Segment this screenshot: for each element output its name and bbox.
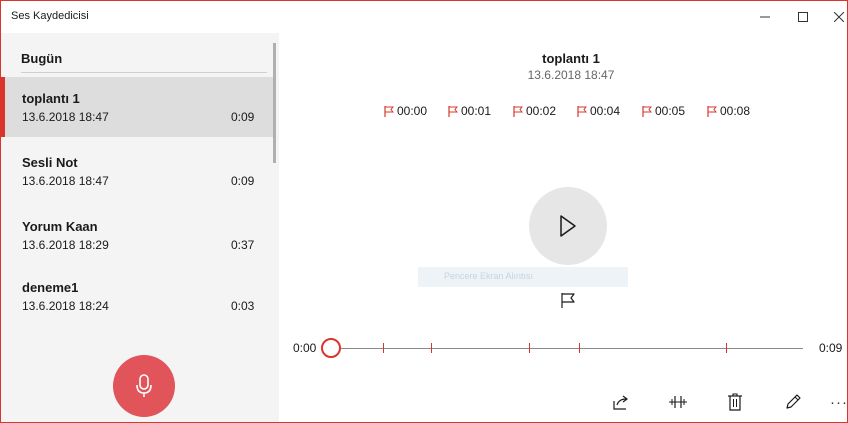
flag-icon [707, 105, 717, 117]
recording-duration: 0:09 [231, 110, 255, 124]
delete-icon [728, 393, 742, 411]
record-button[interactable] [113, 355, 175, 417]
close-button[interactable] [821, 1, 848, 33]
share-icon [613, 395, 628, 410]
recording-duration: 0:09 [231, 174, 255, 188]
marker-time: 00:00 [397, 104, 428, 118]
recording-timestamp: 13.6.2018 18:47 [527, 68, 615, 82]
marker-list: 00:00 00:01 00:02 00:04 00:05 00:08 [384, 104, 848, 122]
recording-item[interactable]: toplantı 1 13.6.2018 18:47 0:09 [1, 77, 273, 137]
seek-thumb[interactable] [321, 338, 341, 358]
more-icon: ··· [830, 393, 848, 411]
rename-button[interactable] [779, 388, 807, 416]
marker-item[interactable]: 00:05 [642, 104, 685, 118]
timeline-marker-tick [383, 343, 384, 353]
play-button[interactable] [529, 187, 607, 265]
marker-item[interactable]: 00:08 [707, 104, 750, 118]
sidebar-scrollbar[interactable] [273, 43, 276, 163]
marker-item[interactable]: 00:00 [384, 104, 427, 118]
flag-icon [577, 105, 587, 117]
add-marker-button[interactable] [559, 291, 577, 309]
marker-time: 00:04 [590, 104, 621, 118]
player-pane: toplantı 1 13.6.2018 18:47 00:00 00:01 0… [279, 33, 847, 422]
timeline-marker-tick [579, 343, 580, 353]
playback-timeline: 0:00 0:09 [279, 333, 847, 363]
maximize-button[interactable] [785, 1, 821, 33]
flag-icon [384, 105, 394, 117]
recording-item[interactable]: Sesli Not 13.6.2018 18:47 0:09 [1, 141, 273, 201]
timeline-marker-tick [529, 343, 530, 353]
marker-time: 00:08 [720, 104, 751, 118]
marker-item[interactable]: 00:01 [448, 104, 491, 118]
section-divider [21, 72, 267, 73]
maximize-icon [798, 12, 808, 22]
trim-icon [669, 396, 687, 408]
timeline-marker-tick [726, 343, 727, 353]
trim-button[interactable] [664, 388, 692, 416]
recording-duration: 0:03 [231, 299, 255, 313]
elapsed-time: 0:00 [293, 341, 317, 355]
selection-accent [1, 77, 5, 137]
flag-icon [561, 293, 575, 308]
recording-duration: 0:37 [231, 238, 255, 252]
screen-snip-tooltip: Pencere Ekran Alıntısı [418, 267, 628, 287]
recording-date: 13.6.2018 18:47 [22, 110, 109, 124]
recording-name: Yorum Kaan [22, 219, 98, 234]
marker-item[interactable]: 00:04 [577, 104, 620, 118]
minimize-icon [760, 16, 770, 18]
share-button[interactable] [607, 388, 635, 416]
more-options-button[interactable]: ··· [825, 388, 848, 416]
timeline-marker-tick [431, 343, 432, 353]
seek-track[interactable] [335, 348, 803, 349]
marker-time: 00:05 [655, 104, 686, 118]
recording-name: toplantı 1 [22, 91, 80, 106]
flag-icon [448, 105, 458, 117]
title-bar: Ses Kaydedicisi [1, 1, 847, 33]
app-window: Ses Kaydedicisi Bugün toplantı 1 13.6.20… [0, 0, 848, 423]
flag-icon [513, 105, 523, 117]
rename-icon [786, 394, 801, 409]
recording-name: Sesli Not [22, 155, 78, 170]
recording-date: 13.6.2018 18:24 [22, 299, 109, 313]
recordings-sidebar: Bugün toplantı 1 13.6.2018 18:47 0:09 Se… [1, 33, 279, 422]
close-icon [834, 12, 844, 22]
play-icon [560, 215, 576, 237]
flag-icon [642, 105, 652, 117]
minimize-button[interactable] [747, 1, 783, 33]
microphone-icon [136, 374, 152, 397]
recording-title: toplantı 1 [542, 51, 600, 66]
recording-name: deneme1 [22, 280, 79, 295]
marker-time: 00:02 [526, 104, 557, 118]
total-duration: 0:09 [819, 341, 843, 355]
recording-item[interactable]: Yorum Kaan 13.6.2018 18:29 0:37 [1, 205, 273, 265]
section-header-today: Bugün [21, 51, 63, 66]
delete-button[interactable] [721, 388, 749, 416]
marker-item[interactable]: 00:02 [513, 104, 556, 118]
recording-date: 13.6.2018 18:47 [22, 174, 109, 188]
recording-item[interactable]: deneme1 13.6.2018 18:24 0:03 [1, 266, 273, 326]
app-title: Ses Kaydedicisi [11, 10, 89, 22]
recording-date: 13.6.2018 18:29 [22, 238, 109, 252]
marker-time: 00:01 [461, 104, 492, 118]
